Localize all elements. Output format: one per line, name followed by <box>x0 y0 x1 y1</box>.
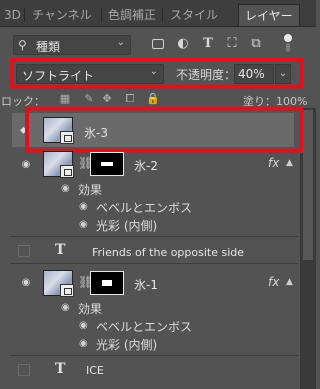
layer-name[interactable]: 氷-1 <box>134 276 158 293</box>
divider <box>10 355 298 356</box>
annotation-highlight-layer <box>25 107 303 153</box>
effects-label: 効果 <box>78 302 103 316</box>
effect-bevel-emboss[interactable]: ベベルとエンボス <box>96 199 192 216</box>
effect-eye-icon[interactable]: ◉ <box>79 338 88 349</box>
divider <box>10 236 298 237</box>
layer-name[interactable]: 氷-2 <box>134 157 158 174</box>
fx-icon[interactable]: fx <box>268 156 279 170</box>
chevron-up-icon[interactable]: ▲ <box>286 277 293 287</box>
effect-bevel-emboss[interactable]: ベベルとエンボス <box>96 318 192 335</box>
effect-eye-icon[interactable]: ◉ <box>79 320 88 331</box>
layer-mask-thumbnail[interactable] <box>90 152 124 176</box>
lock-transparent-icon[interactable]: ▦ <box>58 92 72 106</box>
tab-styles[interactable]: スタイル <box>170 4 218 26</box>
effect-inner-glow[interactable]: 光彩 (内側) <box>96 336 157 353</box>
pixel-layer-filter-icon[interactable] <box>152 39 164 49</box>
tab-3d[interactable]: 3D <box>4 4 21 26</box>
lock-artboard-icon[interactable]: ⧠ <box>123 92 137 106</box>
layer-name[interactable]: ICE <box>86 364 104 377</box>
effects-eye-icon[interactable]: ◉ <box>61 302 70 313</box>
divider <box>10 263 298 264</box>
visibility-toggle-off[interactable] <box>18 364 30 376</box>
type-layer-icon[interactable]: T <box>55 242 65 258</box>
lock-all-icon[interactable]: 🔒 <box>146 92 160 106</box>
layer-kind-filter[interactable]: ⚲ 種類 ⌄ <box>13 35 131 55</box>
chain-link-icon[interactable]: ⛓ <box>78 156 93 170</box>
type-layer-icon[interactable]: T <box>55 361 65 377</box>
layer-thumbnail[interactable] <box>43 270 74 297</box>
effect-eye-icon[interactable]: ◉ <box>79 201 88 212</box>
visibility-eye-icon[interactable]: ◉ <box>18 278 34 288</box>
tab-layers[interactable]: レイヤー <box>238 4 300 26</box>
effect-inner-glow[interactable]: 光彩 (内側) <box>96 217 157 234</box>
fx-icon[interactable]: fx <box>268 275 279 289</box>
annotation-highlight-blend <box>10 58 303 89</box>
visibility-toggle-off[interactable] <box>18 245 30 257</box>
tab-adjustments[interactable]: 色調補正 <box>108 4 156 26</box>
layer-mask-thumbnail[interactable] <box>90 271 124 295</box>
smart-object-filter-icon[interactable]: ⧉ <box>248 36 264 52</box>
shape-layer-filter-icon[interactable]: ⛶ <box>224 36 240 52</box>
chevron-down-icon: ⌄ <box>116 37 125 48</box>
chain-link-icon[interactable]: ⛓ <box>78 275 93 289</box>
chevron-up-icon[interactable]: ▲ <box>286 158 293 168</box>
effect-eye-icon[interactable]: ◉ <box>79 219 88 230</box>
layer-name[interactable]: Friends of the opposite side <box>92 246 244 259</box>
filter-toggle-switch[interactable] <box>284 34 292 52</box>
effects-eye-icon[interactable]: ◉ <box>61 183 70 194</box>
layer-thumbnail[interactable] <box>43 151 74 178</box>
type-layer-filter-icon[interactable]: T <box>200 36 216 52</box>
panel-tab-bar: 3D チャンネル 色調補正 スタイル レイヤー <box>0 0 316 27</box>
lock-position-icon[interactable]: ✥ <box>100 92 114 106</box>
tab-channels[interactable]: チャンネル <box>32 4 92 26</box>
lock-image-icon[interactable]: ✎ <box>82 92 96 106</box>
adjustment-layer-filter-icon[interactable]: ◐ <box>175 36 191 52</box>
layer-kind-filter-label: 種類 <box>36 40 61 54</box>
search-icon: ⚲ <box>18 38 27 52</box>
effects-label: 効果 <box>78 183 103 197</box>
visibility-eye-icon[interactable]: ◉ <box>18 160 34 170</box>
